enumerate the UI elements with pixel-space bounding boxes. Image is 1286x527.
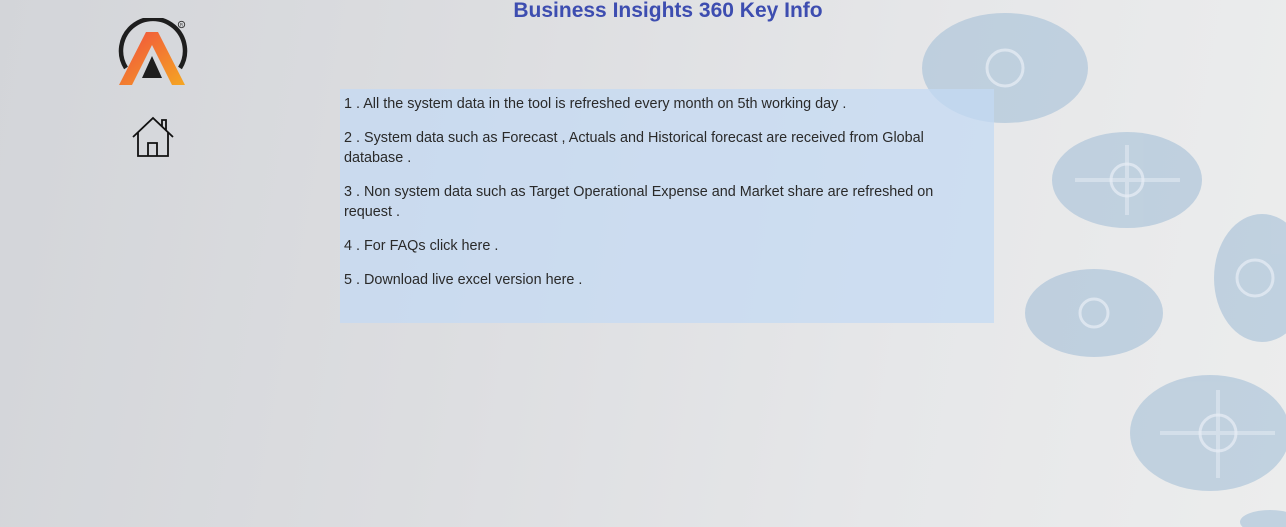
- home-icon: [132, 116, 174, 157]
- info-item-faqs-link[interactable]: 4 . For FAQs click here .: [344, 236, 950, 256]
- page-title: Business Insights 360 Key Info: [513, 0, 823, 22]
- info-item-refresh-schedule: 1 . All the system data in the tool is r…: [344, 96, 847, 112]
- info-item-download-link[interactable]: 5 . Download live excel version here .: [344, 270, 950, 290]
- brand-logo-icon: R: [118, 18, 188, 85]
- key-info-panel: 1 . All the system data in the tool is r…: [340, 89, 994, 323]
- info-item-system-data-source: 2 . System data such as Forecast , Actua…: [344, 130, 924, 166]
- info-item-non-system-data: 3 . Non system data such as Target Opera…: [344, 184, 934, 220]
- home-button[interactable]: [131, 116, 175, 158]
